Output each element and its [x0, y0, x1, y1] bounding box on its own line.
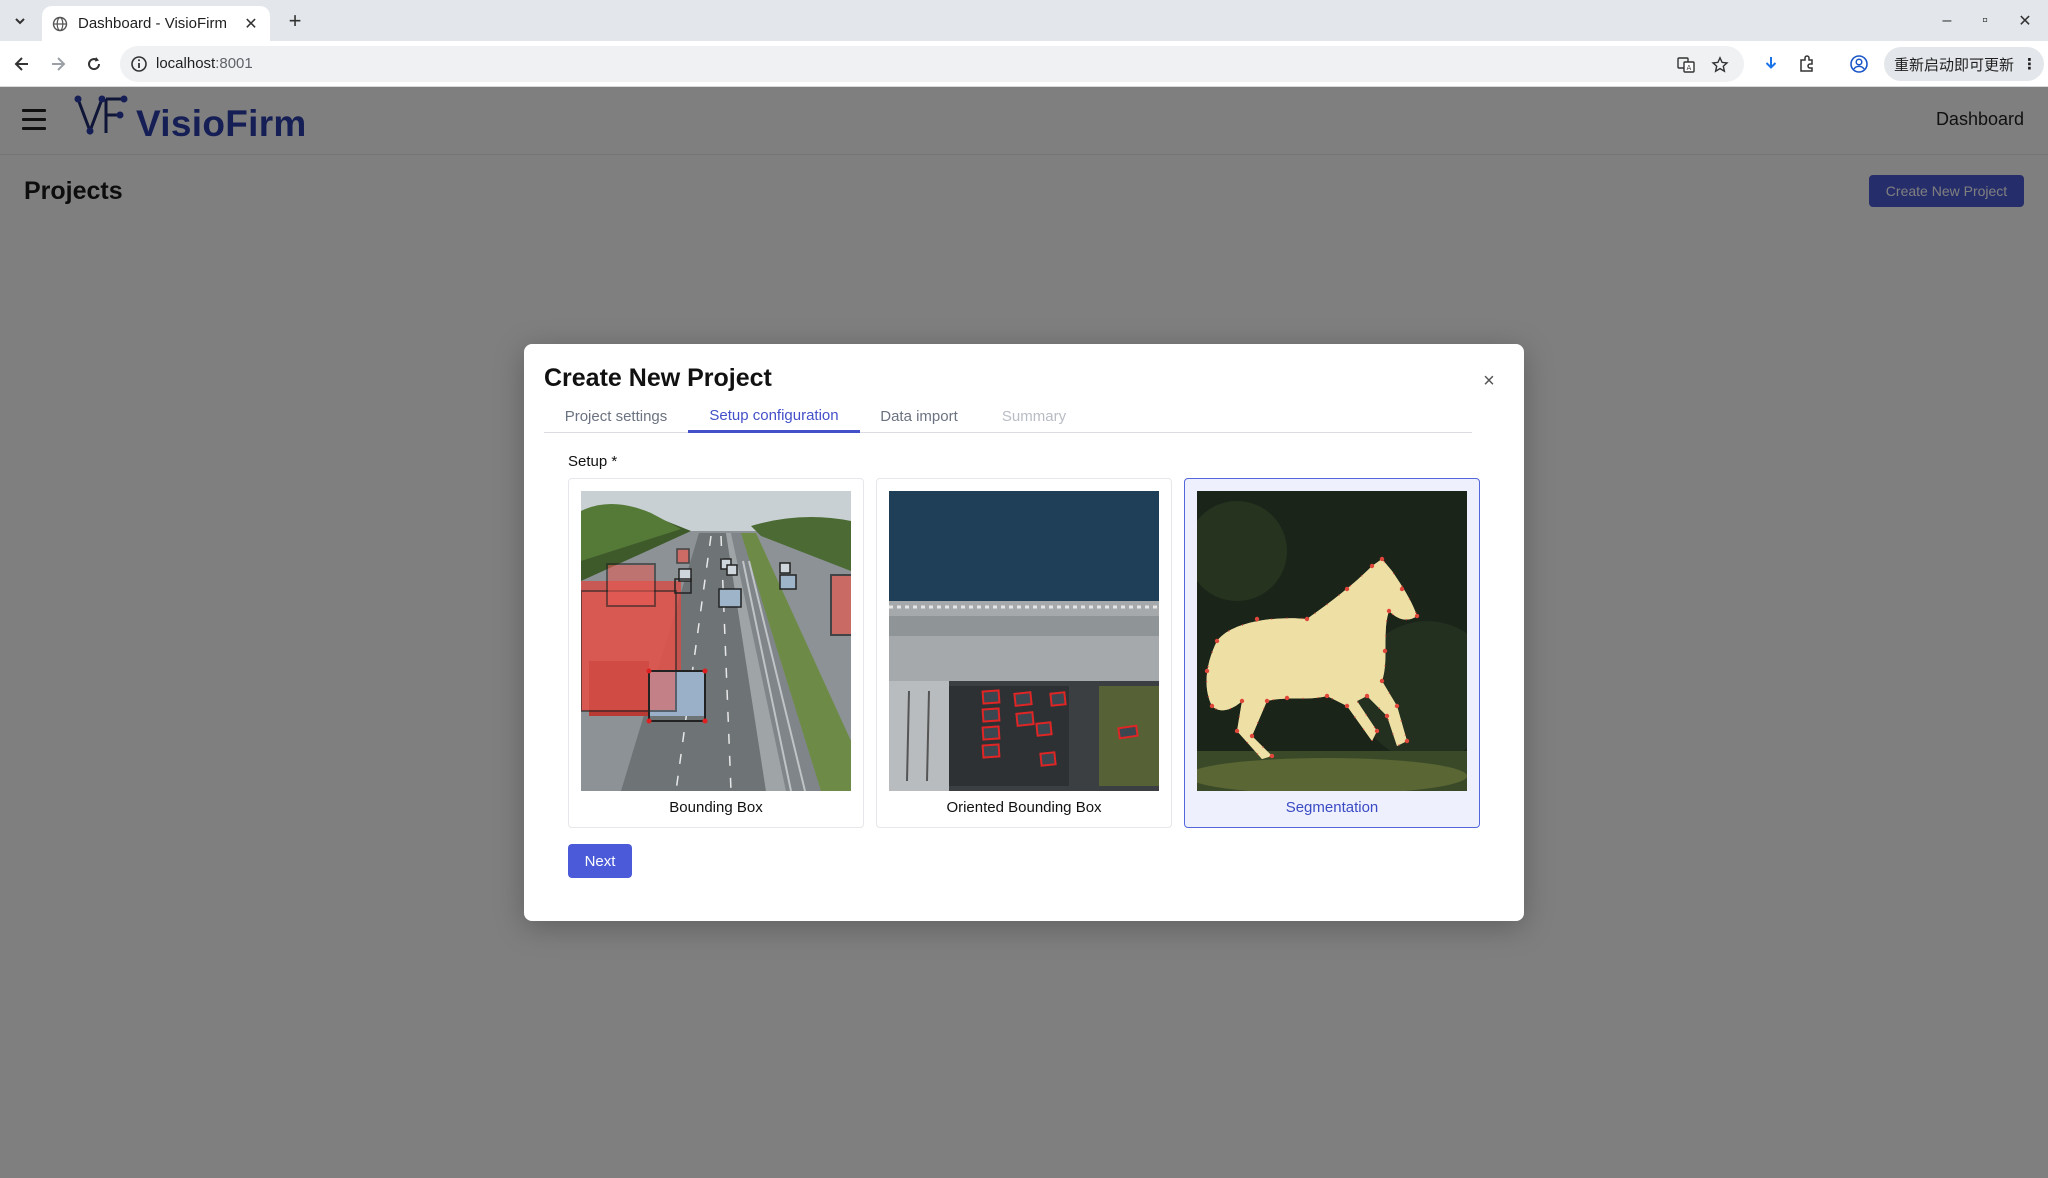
option-label: Segmentation	[1285, 799, 1379, 816]
url-text: localhost:8001	[156, 55, 253, 72]
modal-title: Create New Project	[544, 364, 772, 392]
close-icon[interactable]: ×	[1478, 370, 1500, 392]
tab-title: Dashboard - VisioFirm	[78, 15, 227, 32]
option-label: Oriented Bounding Box	[946, 799, 1102, 816]
close-icon[interactable]: ✕	[242, 14, 260, 34]
plus-icon[interactable]: +	[282, 8, 308, 34]
browser-tabstrip: Dashboard - VisioFirm ✕ + – ▫ ✕	[0, 0, 2048, 41]
oriented-bounding-box-preview-image	[889, 491, 1159, 791]
forward-icon[interactable]	[45, 51, 71, 77]
download-icon[interactable]	[1760, 53, 1782, 75]
url-port: :8001	[215, 55, 253, 72]
translate-icon[interactable]: A	[1676, 55, 1696, 75]
segmentation-preview-image	[1197, 491, 1467, 791]
next-button[interactable]: Next	[568, 844, 632, 878]
update-label: 重新启动即可更新	[1894, 56, 2015, 74]
reload-icon[interactable]	[81, 51, 107, 77]
update-button[interactable]: 重新启动即可更新 ⋮	[1884, 47, 2044, 81]
window-close-icon[interactable]: ✕	[2010, 8, 2040, 34]
url-host: localhost	[156, 55, 216, 72]
tab-project-settings[interactable]: Project settings	[544, 400, 688, 433]
svg-text:A: A	[1687, 64, 1692, 72]
info-icon[interactable]	[130, 55, 148, 73]
tab-data-import[interactable]: Data import	[860, 400, 978, 433]
restore-icon[interactable]: ▫	[1970, 8, 2000, 34]
wizard-tabs: Project settings Setup configuration Dat…	[544, 400, 1472, 433]
back-icon[interactable]	[9, 51, 35, 77]
extensions-icon[interactable]	[1796, 53, 1818, 75]
globe-icon	[52, 16, 68, 31]
more-icon[interactable]: ⋮	[2022, 55, 2037, 73]
browser-tab[interactable]: Dashboard - VisioFirm ✕	[42, 6, 270, 41]
option-segmentation[interactable]: Segmentation	[1184, 478, 1480, 828]
option-oriented-bounding-box[interactable]: Oriented Bounding Box	[876, 478, 1172, 828]
tab-list-icon[interactable]	[8, 9, 32, 33]
bounding-box-preview-image	[581, 491, 851, 791]
option-bounding-box[interactable]: Bounding Box	[568, 478, 864, 828]
address-bar[interactable]: localhost:8001 A	[120, 46, 1744, 82]
tab-summary: Summary	[1001, 408, 1067, 425]
option-label: Bounding Box	[669, 799, 763, 816]
star-icon[interactable]	[1710, 55, 1730, 75]
create-project-modal: Create New Project × Project settings Se…	[524, 344, 1524, 921]
profile-icon[interactable]	[1848, 53, 1870, 75]
browser-toolbar: localhost:8001 A 重新启动即可更新 ⋮	[0, 41, 2048, 87]
minimize-icon[interactable]: –	[1932, 8, 1962, 34]
tab-setup-configuration[interactable]: Setup configuration	[688, 400, 860, 433]
setup-label: Setup *	[568, 453, 618, 470]
